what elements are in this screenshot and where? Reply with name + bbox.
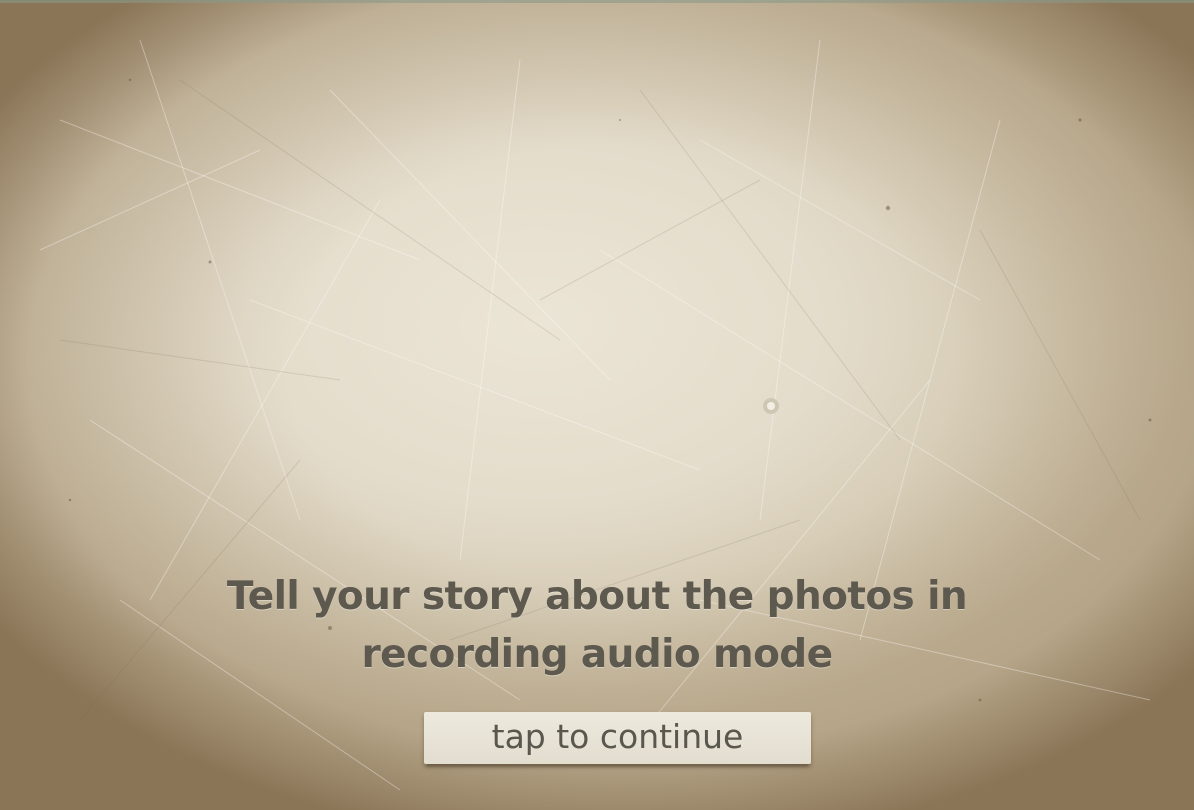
intro-headline: Tell your story about the photos in reco… <box>197 568 997 684</box>
top-edge-line <box>0 0 1194 3</box>
intro-screen: Tell your story about the photos in reco… <box>0 0 1194 810</box>
paper-blemish <box>763 398 779 414</box>
paper-texture-background <box>39 39 1152 791</box>
headline-line-1: Tell your story about the photos in <box>226 574 968 619</box>
continue-button-label: tap to continue <box>491 716 744 756</box>
headline-line-2: recording audio mode <box>361 632 834 677</box>
tap-to-continue-button[interactable]: tap to continue <box>424 712 811 764</box>
